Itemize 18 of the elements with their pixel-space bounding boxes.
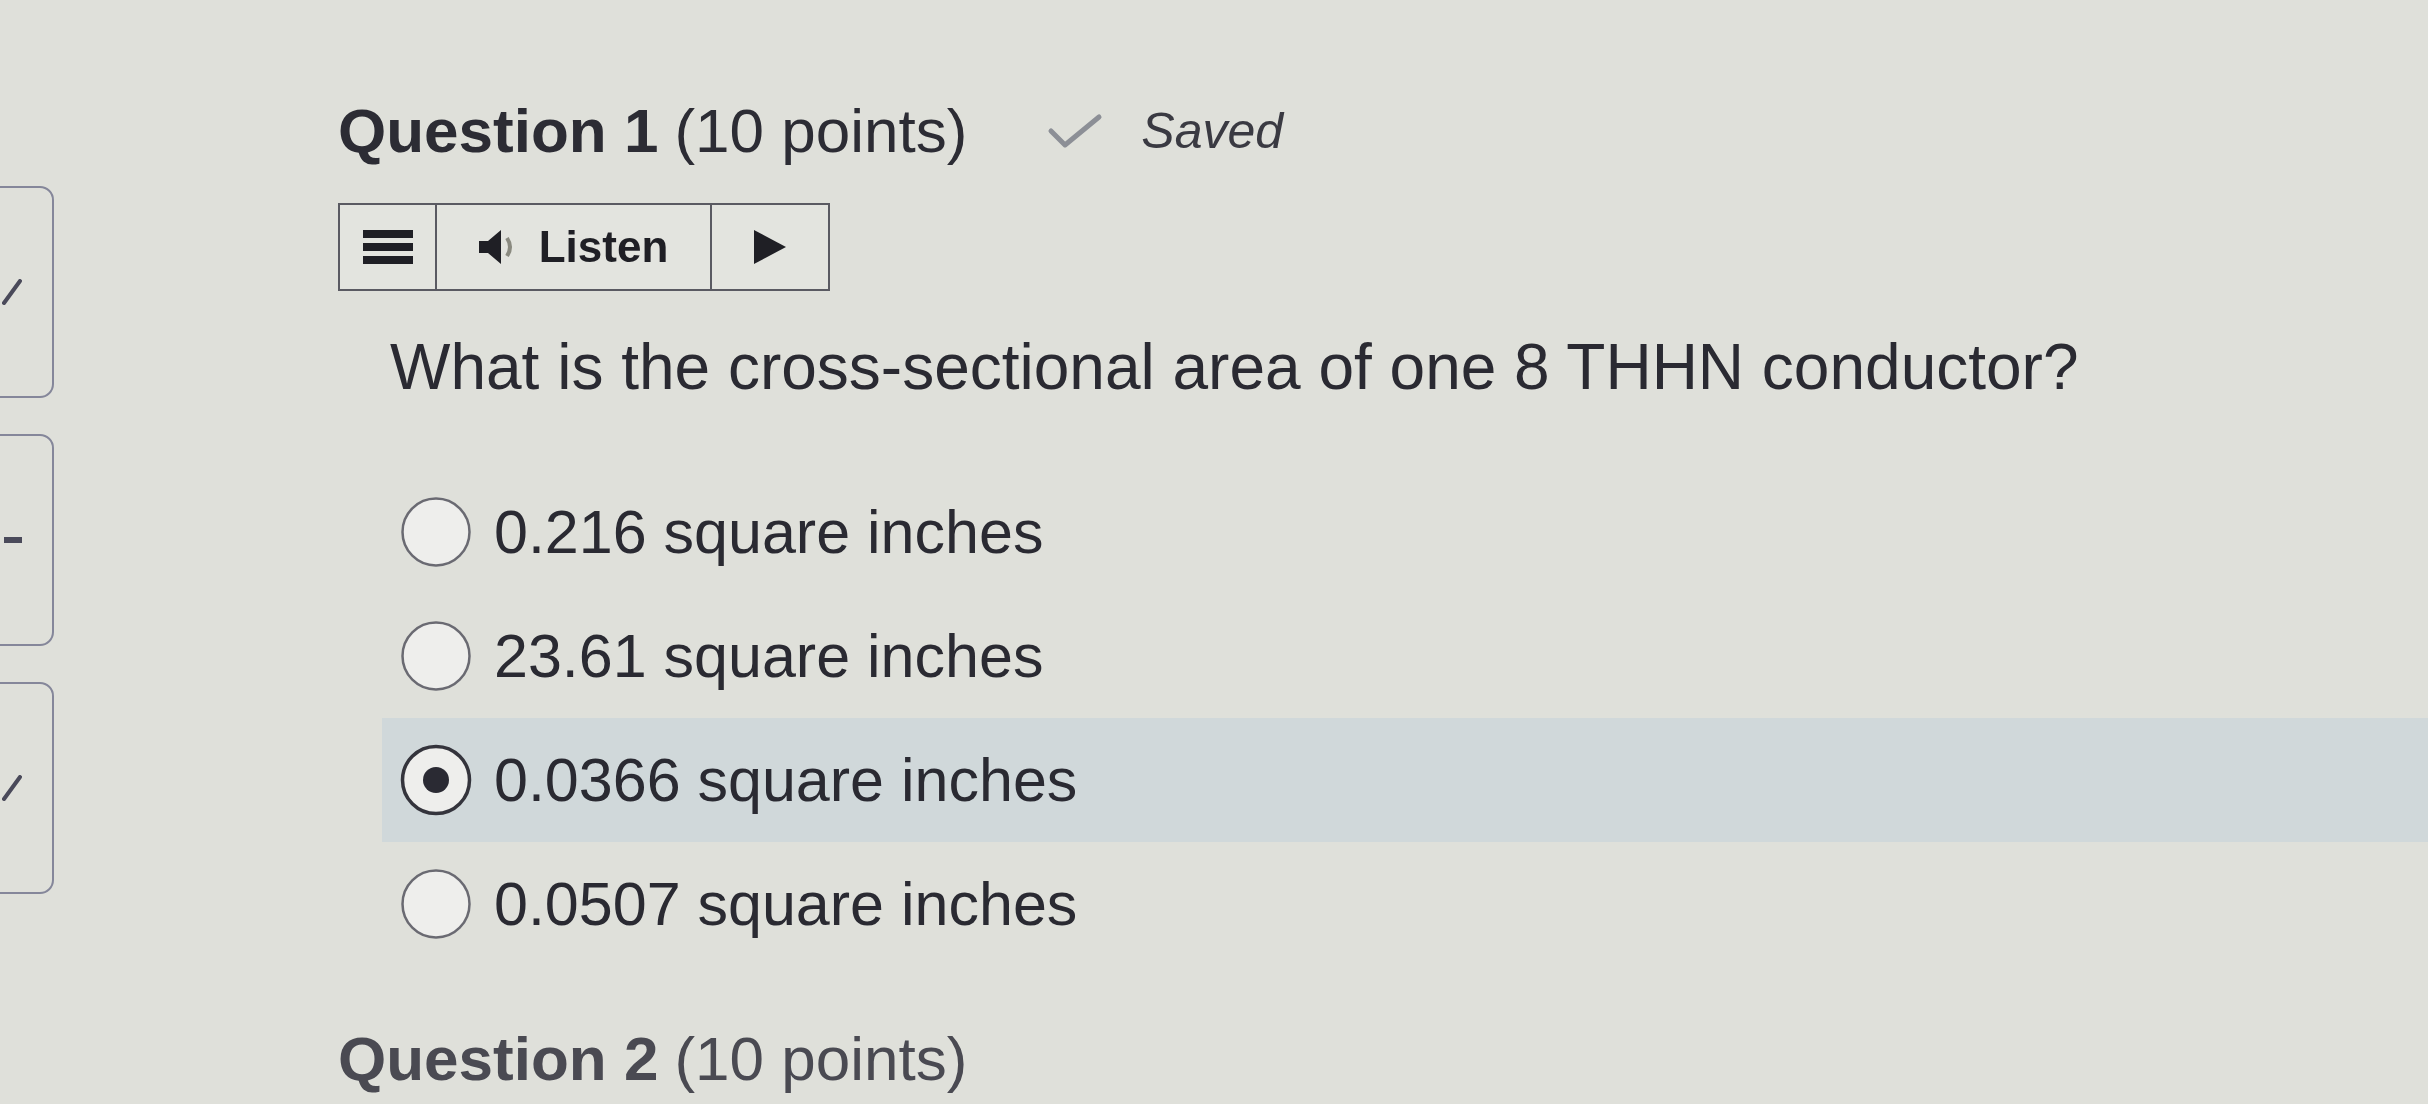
answer-option[interactable]: 0.0507 square inches [382,842,1078,967]
question-title: Question 2 [338,1023,659,1096]
check-icon [1047,113,1104,150]
play-icon [754,230,786,265]
menu-icon [362,230,413,265]
answer-option[interactable]: 0.0366 square inches [382,718,2428,843]
radio-button[interactable] [400,496,472,569]
question-points: (10 points) [674,1023,968,1096]
radio-button[interactable] [400,868,472,941]
radio-button[interactable] [400,620,472,693]
saved-status: Saved [1141,102,1284,162]
answer-option[interactable]: 0.216 square inches [382,470,1044,595]
question-points: (10 points) [674,95,968,167]
question-title: Question 1 [338,95,659,167]
question-text: What is the cross-sectional area of one 8 THHN conductor? [390,330,2079,406]
radio-button[interactable] [400,744,472,817]
answer-option[interactable]: 23.61 square inches [382,594,1044,719]
listen-button[interactable]: Listen [435,205,710,290]
